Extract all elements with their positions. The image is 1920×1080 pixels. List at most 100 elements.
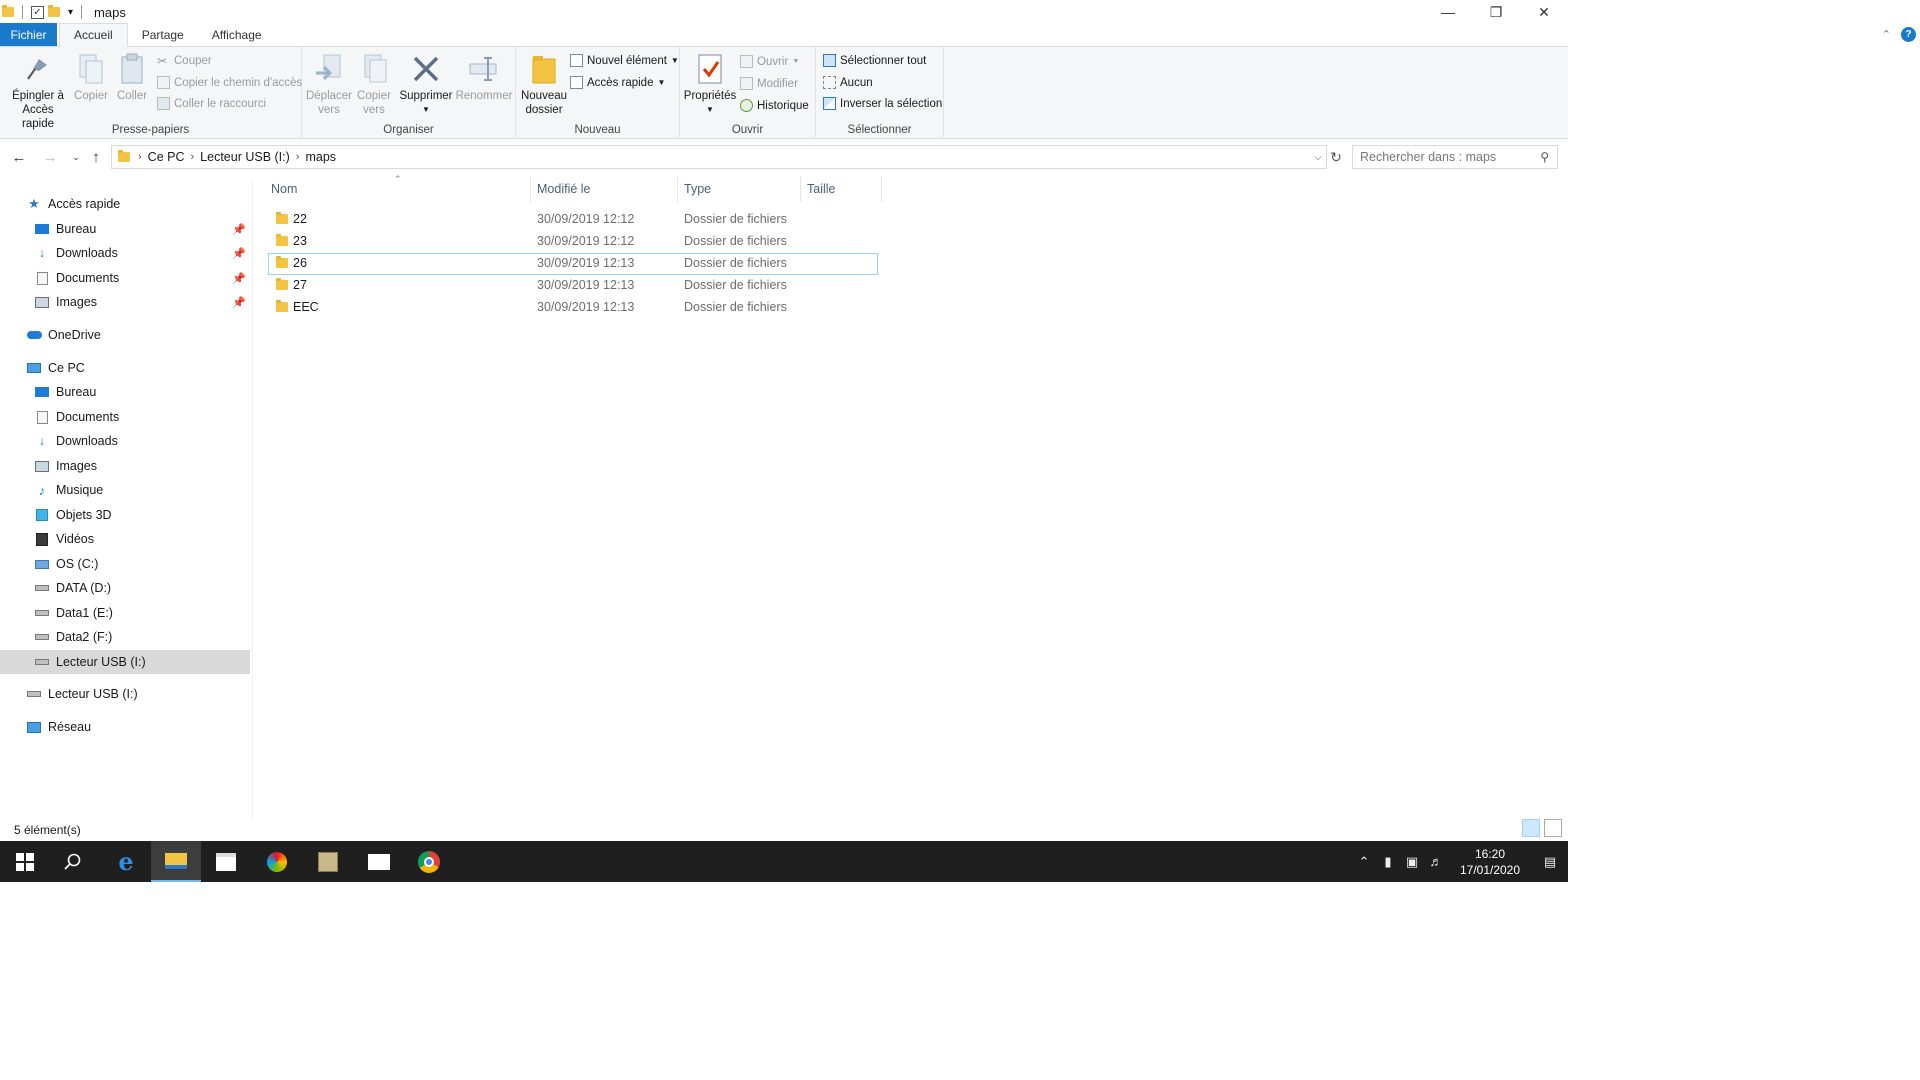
sidebar-item-pc-downloads[interactable]: ↓ Downloads	[0, 429, 250, 453]
column-header-type[interactable]: Type	[678, 176, 800, 202]
minimize-button[interactable]: —	[1424, 0, 1472, 24]
copy-to-button[interactable]: Copier vers	[354, 53, 394, 117]
photos-app-button[interactable]	[252, 841, 302, 882]
delete-button[interactable]: Supprimer ▼	[398, 53, 454, 117]
paste-button[interactable]: Coller	[114, 53, 150, 103]
invert-selection-button[interactable]: Inverser la sélection	[823, 97, 942, 110]
properties-qa-icon[interactable]: ✓	[31, 5, 44, 19]
chevron-right-icon[interactable]: ›	[296, 151, 300, 163]
open-button[interactable]: Ouvrir ▼	[740, 55, 799, 68]
properties-button[interactable]: Propriétés ▼	[684, 53, 736, 117]
tab-file[interactable]: Fichier	[0, 23, 57, 46]
easy-access-button[interactable]: Accès rapide ▼	[570, 76, 665, 89]
sidebar-item-drive-f[interactable]: Data2 (F:)	[0, 625, 250, 649]
select-all-button[interactable]: Sélectionner tout	[823, 54, 926, 67]
new-folder-button[interactable]: Nouveau dossier	[520, 53, 568, 117]
file-row[interactable]: EEC 30/09/2019 12:13 Dossier de fichiers	[268, 297, 878, 319]
new-item-button[interactable]: Nouvel élément ▼	[570, 54, 679, 67]
file-row[interactable]: 22 30/09/2019 12:12 Dossier de fichiers	[268, 209, 878, 231]
column-header-modified[interactable]: Modifié le	[531, 176, 677, 202]
help-icon[interactable]: ?	[1901, 27, 1916, 42]
new-folder-qa-icon[interactable]	[48, 5, 60, 17]
sidebar-item-pc-images[interactable]: Images	[0, 454, 250, 478]
ribbon-collapse-icon[interactable]: ⌃	[1882, 28, 1891, 41]
search-input[interactable]: Rechercher dans : maps ⚲	[1352, 145, 1558, 169]
details-view-button[interactable]	[1522, 819, 1540, 837]
clock[interactable]: 16:20 17/01/2020	[1448, 846, 1532, 878]
rename-button[interactable]: Renommer	[456, 53, 512, 103]
sidebar-item-drive-e[interactable]: Data1 (E:)	[0, 601, 250, 625]
star-icon: ★	[28, 196, 40, 211]
qa-dropdown-icon[interactable]: ▾	[68, 7, 73, 18]
tab-share[interactable]: Partage	[128, 23, 198, 46]
sidebar-item-drive-d[interactable]: DATA (D:)	[0, 576, 250, 600]
network-icon[interactable]: ▣	[1400, 854, 1424, 870]
breadcrumb-maps[interactable]: maps	[305, 150, 336, 164]
file-row[interactable]: 27 30/09/2019 12:13 Dossier de fichiers	[268, 275, 878, 297]
close-button[interactable]: ✕	[1520, 0, 1568, 24]
breadcrumb-this-pc[interactable]: Ce PC	[148, 150, 185, 164]
tab-home[interactable]: Accueil	[59, 23, 128, 47]
sidebar-item-pc-documents[interactable]: Documents	[0, 405, 250, 429]
breadcrumb-usb[interactable]: Lecteur USB (I:)	[200, 150, 290, 164]
back-button[interactable]: ←	[9, 145, 29, 169]
sidebar-item-quick-downloads[interactable]: ↓ Downloads 📌	[0, 241, 250, 265]
volume-icon[interactable]: ♬	[1424, 854, 1448, 869]
pane-divider[interactable]	[252, 180, 253, 820]
sidebar-item-pc-videos[interactable]: Vidéos	[0, 527, 250, 551]
sidebar-item-drive-c[interactable]: OS (C:)	[0, 552, 250, 576]
pin-icon[interactable]: 📌	[232, 223, 246, 236]
column-divider[interactable]	[881, 176, 882, 202]
sidebar-item-pc-3d-objects[interactable]: Objets 3D	[0, 503, 250, 527]
maximize-button[interactable]: ❐	[1472, 0, 1520, 24]
address-dropdown-icon[interactable]: ⌵	[1314, 152, 1322, 163]
column-header-size[interactable]: Taille	[801, 176, 881, 202]
chevron-right-icon[interactable]: ›	[191, 151, 195, 163]
store-button[interactable]	[201, 841, 251, 882]
sidebar-item-usb[interactable]: Lecteur USB (I:)	[0, 682, 250, 706]
edge-button[interactable]: e	[101, 841, 151, 882]
mail-button[interactable]	[354, 841, 404, 882]
address-bar[interactable]: › Ce PC › Lecteur USB (I:) › maps ⌵	[111, 145, 1327, 169]
app-button[interactable]	[303, 841, 353, 882]
cut-button[interactable]: ✂ Couper	[157, 54, 212, 68]
sidebar-item-quick-bureau[interactable]: Bureau 📌	[0, 217, 250, 241]
chevron-right-icon[interactable]: ›	[138, 151, 142, 163]
sidebar-item-onedrive[interactable]: OneDrive	[0, 323, 250, 347]
show-hidden-icons-icon[interactable]: ⌃	[1352, 854, 1376, 870]
file-explorer-button[interactable]	[151, 841, 201, 882]
pin-icon[interactable]: 📌	[232, 247, 246, 260]
pin-icon[interactable]: 📌	[232, 296, 246, 309]
paste-shortcut-button[interactable]: Coller le raccourci	[157, 97, 266, 110]
sidebar-item-this-pc[interactable]: Ce PC	[0, 356, 250, 380]
sidebar-item-network[interactable]: Réseau	[0, 715, 250, 739]
search-button[interactable]	[48, 841, 98, 882]
copy-path-button[interactable]: Copier le chemin d'accès	[157, 76, 302, 89]
action-center-icon[interactable]: ▤	[1532, 854, 1568, 870]
edit-button[interactable]: Modifier	[740, 77, 798, 90]
history-button[interactable]: Historique	[740, 99, 809, 112]
file-row[interactable]: 26 30/09/2019 12:13 Dossier de fichiers	[268, 253, 878, 275]
sidebar-item-pc-music[interactable]: ♪ Musique	[0, 478, 250, 502]
file-row[interactable]: 23 30/09/2019 12:12 Dossier de fichiers	[268, 231, 878, 253]
sidebar-item-quick-images[interactable]: Images 📌	[0, 290, 250, 314]
refresh-button[interactable]: ↻	[1326, 145, 1346, 169]
battery-icon[interactable]: ▮	[1376, 854, 1400, 870]
sidebar-item-drive-i[interactable]: Lecteur USB (I:)	[0, 650, 250, 674]
start-button[interactable]	[0, 841, 50, 882]
pin-icon[interactable]: 📌	[232, 272, 246, 285]
large-icons-view-button[interactable]	[1544, 819, 1562, 837]
tab-view[interactable]: Affichage	[198, 23, 276, 46]
recent-locations-button[interactable]: ⌄	[66, 145, 86, 169]
copy-button[interactable]: Copier	[72, 53, 110, 103]
up-button[interactable]: ↑	[86, 145, 106, 169]
select-none-button[interactable]: Aucun	[823, 76, 873, 89]
move-to-button[interactable]: Déplacer vers	[306, 53, 352, 117]
forward-button[interactable]: →	[40, 145, 60, 169]
chrome-button[interactable]	[404, 841, 454, 882]
sidebar-item-quick-access[interactable]: ★ Accès rapide	[0, 192, 250, 216]
pin-quick-access-button[interactable]: Épingler à Accès rapide	[5, 53, 71, 131]
sidebar-item-pc-bureau[interactable]: Bureau	[0, 380, 250, 404]
column-header-name[interactable]: Nom	[268, 176, 530, 202]
sidebar-item-quick-documents[interactable]: Documents 📌	[0, 266, 250, 290]
